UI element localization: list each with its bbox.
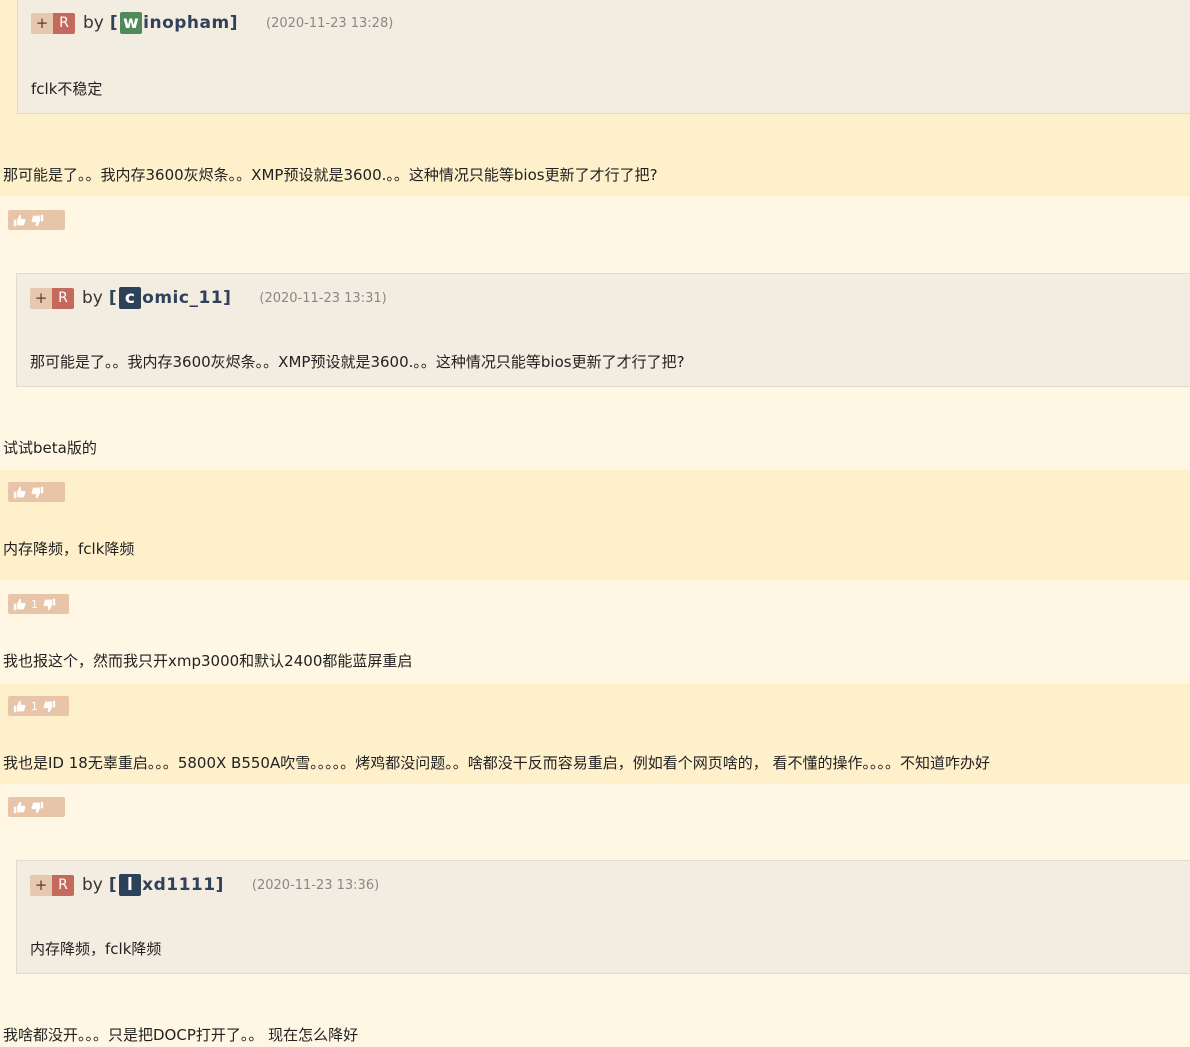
reply-button[interactable]: R bbox=[52, 874, 74, 896]
post-text: 那可能是了。。我内存3600灰烬条。。XMP预设就是3600.。。这种情况只能等… bbox=[3, 166, 658, 184]
by-label: by bbox=[83, 13, 104, 33]
post-text: 我啥都没开。。。只是把DOCP打开了。。 现在怎么降好 bbox=[3, 1026, 359, 1044]
by-label: by bbox=[82, 875, 103, 895]
plus-button[interactable]: + bbox=[30, 287, 52, 309]
quote-block: + R by [w inopham] (2020-11-23 13:28) fclk… bbox=[17, 0, 1190, 114]
quote-block: + R by [l xd1111] (2020-11-23 13:36) 内存降频，… bbox=[16, 860, 1190, 974]
reply-button[interactable]: R bbox=[52, 287, 74, 309]
by-label: by bbox=[82, 288, 103, 308]
thumbs-up-icon[interactable] bbox=[13, 486, 26, 499]
quote-text: fclk不稳定 bbox=[31, 80, 103, 98]
thumbs-up-icon[interactable] bbox=[13, 801, 26, 814]
vote-bar bbox=[8, 210, 65, 230]
username-text: inopham bbox=[143, 13, 230, 33]
timestamp: (2020-11-23 13:28) bbox=[266, 15, 394, 31]
post-text: 内存降频，fclk降频 bbox=[3, 540, 135, 558]
thumbs-down-icon[interactable] bbox=[43, 598, 56, 611]
timestamp: (2020-11-23 13:36) bbox=[251, 877, 380, 893]
bracket-close: ] bbox=[215, 875, 224, 895]
bracket-open: [ bbox=[108, 875, 118, 895]
quote-text: 那可能是了。。我内存3600灰烬条。。XMP预设就是3600.。。这种情况只能等… bbox=[30, 353, 685, 371]
username-link[interactable]: [w inopham] bbox=[110, 12, 238, 34]
vote-bar: 1 bbox=[8, 696, 69, 716]
thumbs-down-icon[interactable] bbox=[31, 486, 44, 499]
timestamp: (2020-11-23 13:31) bbox=[259, 290, 387, 306]
thumbs-down-icon[interactable] bbox=[43, 700, 56, 713]
vote-bar bbox=[8, 797, 65, 817]
username-link[interactable]: [c omic_11] bbox=[109, 287, 232, 309]
thumbs-down-icon[interactable] bbox=[31, 801, 44, 814]
quote-header: + R by [w inopham] (2020-11-23 13:28) bbox=[31, 11, 393, 35]
vote-bar bbox=[8, 482, 65, 502]
thumbs-up-icon[interactable] bbox=[13, 598, 26, 611]
bracket-open: [ bbox=[109, 13, 119, 33]
post-text: 我也是ID 18无辜重启。。。5800X B550A吹雪。。。。。烤鸡都没问题。… bbox=[3, 754, 991, 772]
quote-text: 内存降频，fclk降频 bbox=[30, 940, 162, 958]
bracket-close: ] bbox=[223, 288, 232, 308]
avatar: l bbox=[119, 874, 142, 896]
thumbs-up-icon[interactable] bbox=[13, 700, 26, 713]
avatar: w bbox=[120, 12, 143, 34]
vote-count: 1 bbox=[31, 699, 38, 713]
post-text: 我也报这个，然而我只开xmp3000和默认2400都能蓝屏重启 bbox=[3, 652, 413, 670]
bracket-open: [ bbox=[108, 288, 118, 308]
username-link[interactable]: [l xd1111] bbox=[109, 874, 224, 896]
avatar: c bbox=[119, 287, 142, 309]
quote-block: + R by [c omic_11] (2020-11-23 13:31) 那可能是… bbox=[16, 273, 1190, 387]
plus-button[interactable]: + bbox=[30, 874, 52, 896]
vote-bar: 1 bbox=[8, 594, 69, 614]
quote-header: + R by [l xd1111] (2020-11-23 13:36) bbox=[30, 873, 379, 897]
vote-count: 1 bbox=[31, 597, 38, 611]
post-band bbox=[0, 470, 1190, 580]
reply-button[interactable]: R bbox=[53, 12, 75, 34]
quote-header: + R by [c omic_11] (2020-11-23 13:31) bbox=[30, 286, 387, 310]
username-text: omic_11 bbox=[142, 288, 224, 308]
username-text: xd1111 bbox=[142, 875, 216, 895]
post-text: 试试beta版的 bbox=[3, 439, 97, 457]
thumbs-down-icon[interactable] bbox=[31, 214, 44, 227]
bracket-close: ] bbox=[229, 13, 238, 33]
plus-button[interactable]: + bbox=[31, 12, 53, 34]
thumbs-up-icon[interactable] bbox=[13, 214, 26, 227]
